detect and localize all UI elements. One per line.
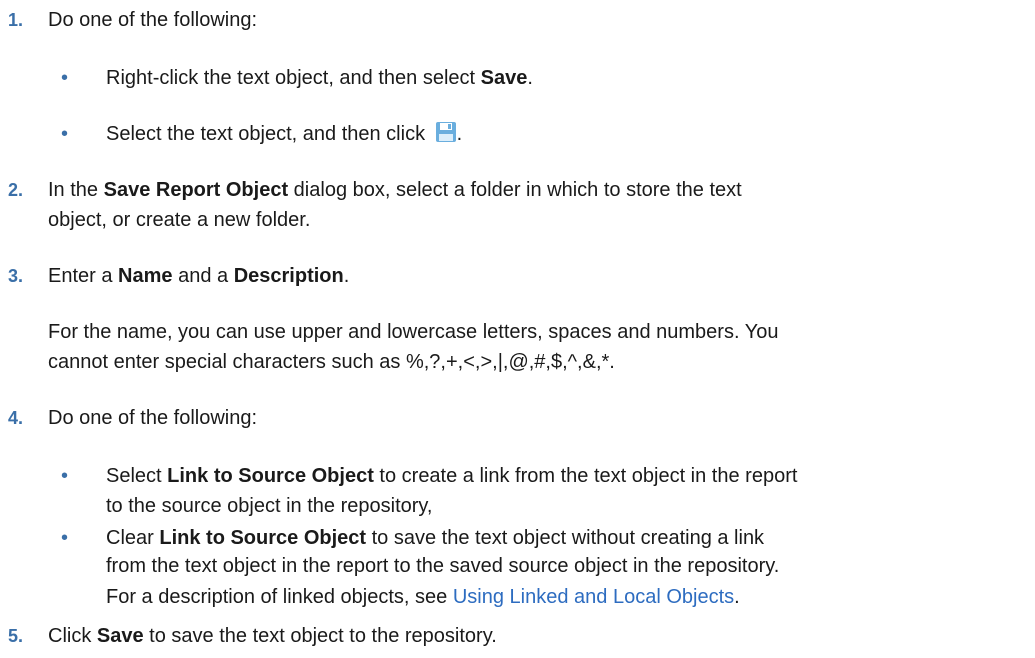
bullet-marker: • xyxy=(61,465,69,487)
bullet-text: Right-click the text object, and then se… xyxy=(106,67,533,89)
bullet-marker: • xyxy=(61,123,69,145)
step-text: Enter a Name and a Description. xyxy=(48,265,350,287)
step-text-cont: object, or create a new folder. xyxy=(48,209,311,231)
step-text: Click Save to save the text object to th… xyxy=(48,625,497,647)
bullet-marker: • xyxy=(61,527,69,549)
step-number: 1. xyxy=(8,10,24,30)
linked-objects-link[interactable]: Using Linked and Local Objects xyxy=(453,586,734,608)
linked-objects-note: For a description of linked objects, see… xyxy=(106,586,740,608)
step-number: 4. xyxy=(8,408,24,428)
step-text: Do one of the following: xyxy=(48,407,258,429)
save-icon[interactable] xyxy=(435,121,457,143)
bullet-text: Select the text object, and then click . xyxy=(106,121,463,145)
step-note: cannot enter special characters such as … xyxy=(48,351,615,373)
step-note: For the name, you can use upper and lowe… xyxy=(48,321,779,343)
document-page: 1. Do one of the following: • Right-clic… xyxy=(0,0,1035,658)
step-number: 5. xyxy=(8,626,24,646)
step-text: Do one of the following: xyxy=(48,9,258,31)
step-number: 3. xyxy=(8,266,24,286)
bullet-marker: • xyxy=(61,67,69,89)
bullet-text: Clear Link to Source Object to save the … xyxy=(106,527,765,549)
bullet-text-cont: to the source object in the repository, xyxy=(106,495,433,517)
step-text: In the Save Report Object dialog box, se… xyxy=(48,179,742,201)
bullet-text-cont: from the text object in the report to th… xyxy=(106,555,780,577)
step-number: 2. xyxy=(8,180,24,200)
bullet-text: Select Link to Source Object to create a… xyxy=(106,465,798,487)
